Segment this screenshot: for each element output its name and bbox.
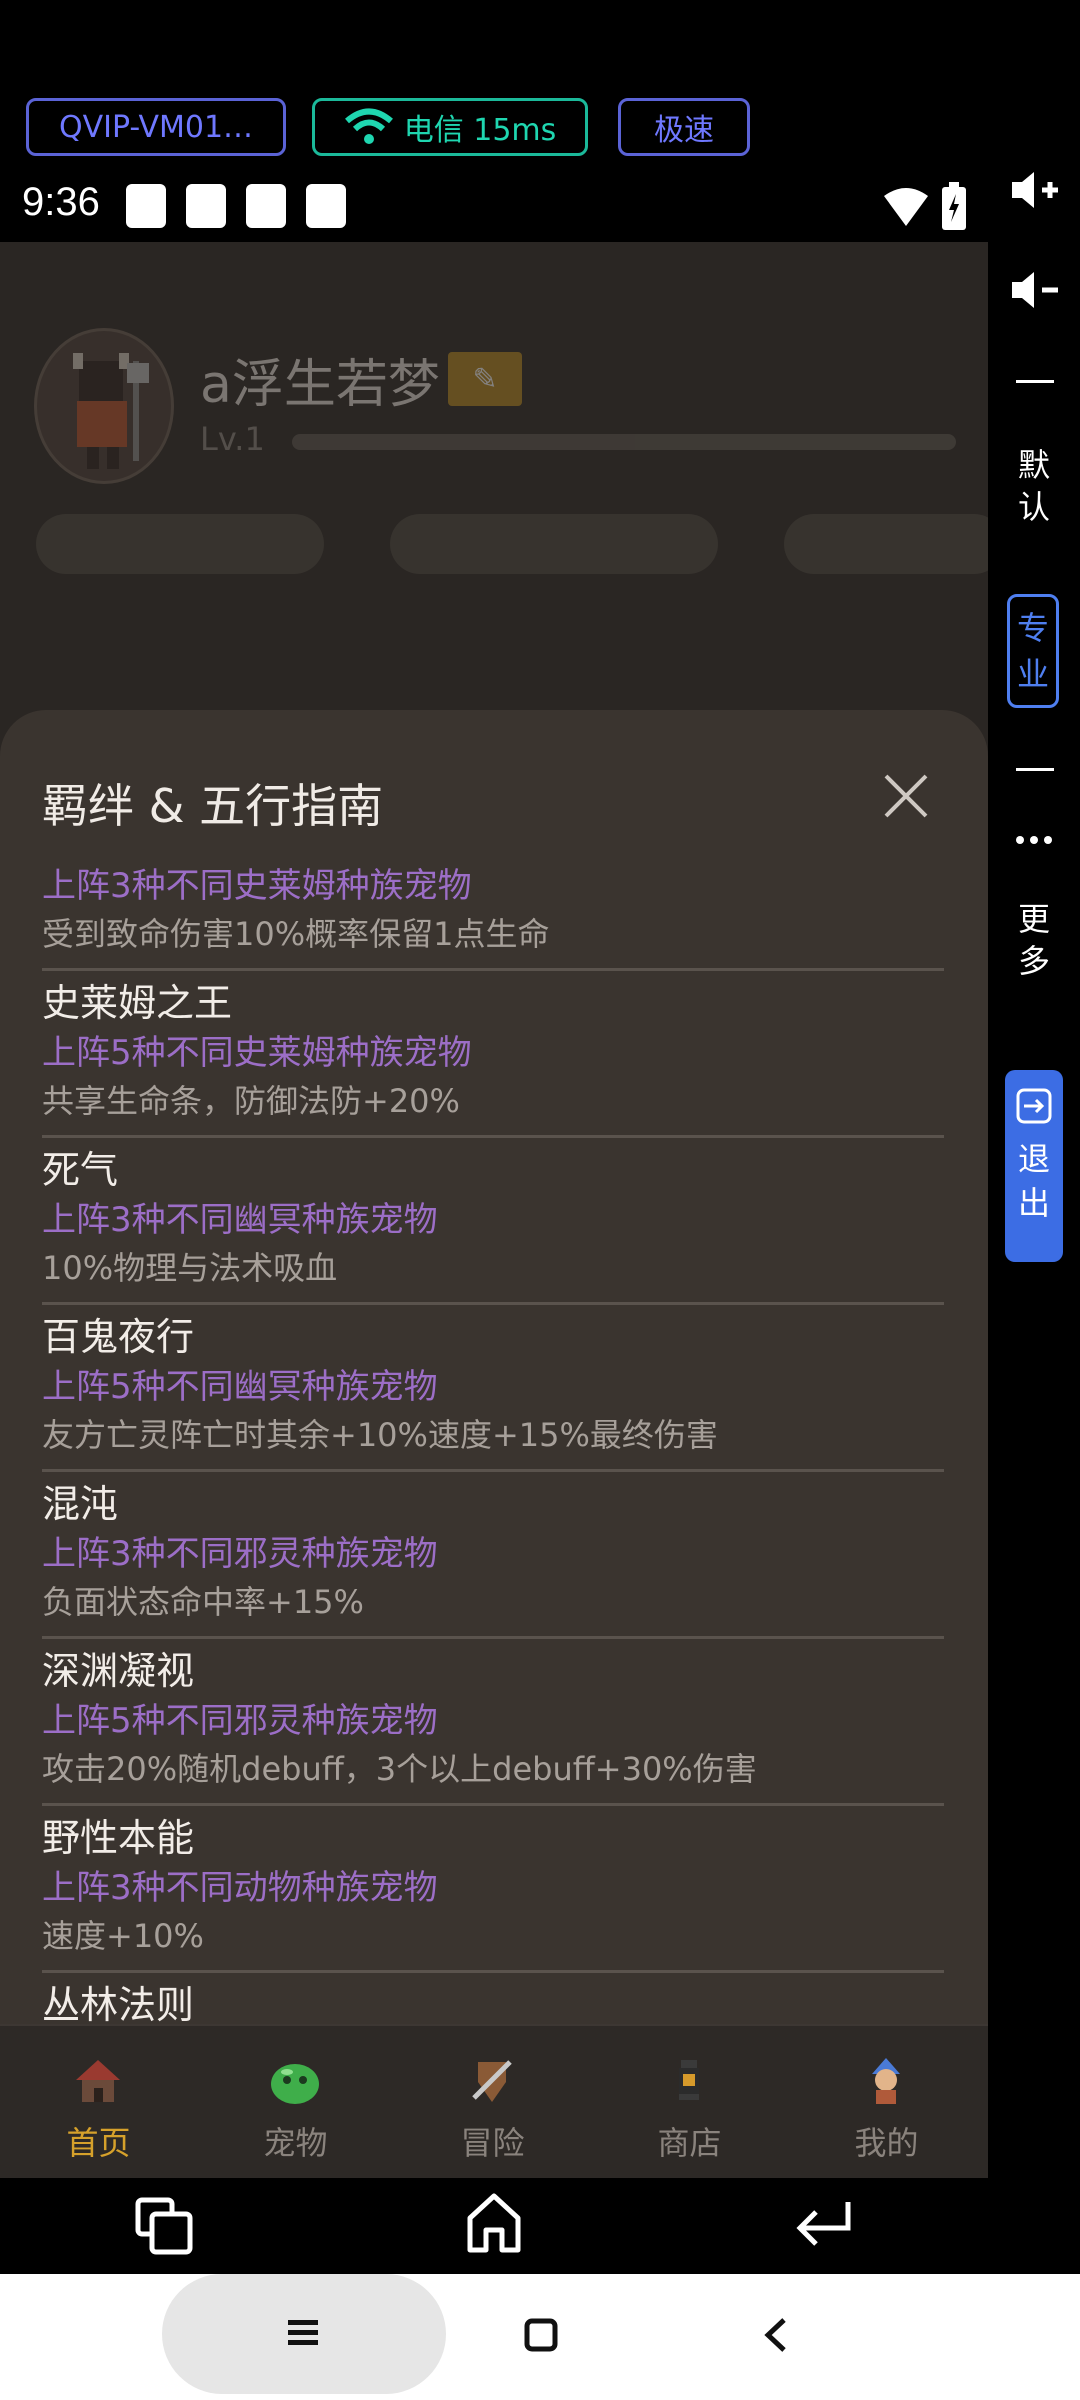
back-icon[interactable] [794, 2198, 854, 2254]
notification-icon [186, 184, 226, 228]
nav-pets[interactable]: 宠物 [197, 2026, 394, 2178]
notification-icon [306, 184, 346, 228]
bond-name: 深渊凝视 [42, 1649, 195, 1693]
more-label: 更多 [1018, 900, 1051, 980]
wifi-signal-icon [884, 188, 928, 226]
bond-name: 野性本能 [42, 1816, 195, 1860]
close-icon[interactable] [880, 770, 932, 822]
player-level: Lv.1 [200, 420, 265, 458]
volume-up-icon[interactable] [1010, 168, 1062, 212]
divider [1016, 768, 1054, 771]
bond-name: 死气 [42, 1148, 119, 1192]
modal-title: 羁绊 & 五行指南 [42, 779, 384, 833]
more-dots-icon[interactable] [1014, 834, 1054, 846]
bond-effect: 10%物理与法术吸血 [42, 1249, 338, 1287]
speed-label: 极速 [654, 113, 714, 148]
bond-guide-modal: 羁绊 & 五行指南 上阵3种不同史莱姆种族宠物 受到致命伤害10%概率保留1点生… [0, 710, 988, 2178]
nav-shop[interactable]: 商店 [591, 2026, 788, 2178]
profile-header: a浮生若梦 ✎ Lv.1 [0, 242, 988, 642]
nav-home[interactable]: 首页 [0, 2026, 197, 2178]
device-name: QVIP-VM01… [58, 109, 254, 145]
bond-condition: 上阵3种不同邪灵种族宠物 [42, 1534, 438, 1574]
device-name-pill[interactable]: QVIP-VM01… [26, 98, 286, 156]
nav-adventure[interactable]: 冒险 [394, 2026, 591, 2178]
bond-effect: 受到致命伤害10%概率保留1点生命 [42, 915, 550, 953]
pro-label: 专业 [1017, 609, 1050, 693]
network-status: 电信 15ms [403, 113, 557, 148]
default-label: 默认 [1018, 446, 1051, 526]
bond-entry: 史莱姆之王 上阵5种不同史莱姆种族宠物 共享生命条，防御法防+20% [42, 971, 944, 1138]
bottom-nav: 首页 宠物 冒险 商店 我的 [0, 2024, 988, 2178]
nav-me[interactable]: 我的 [788, 2026, 985, 2178]
divider [1016, 380, 1054, 383]
menu-button[interactable] [162, 2274, 446, 2394]
status-bar: 9:36 [0, 170, 988, 242]
bond-effect: 友方亡灵阵亡时其余+10%速度+15%最终伤害 [42, 1416, 718, 1454]
bond-condition: 上阵3种不同幽冥种族宠物 [42, 1200, 438, 1240]
character-icon [872, 2058, 900, 2104]
nav-label: 冒险 [460, 2124, 525, 2162]
edit-name-button[interactable]: ✎ [448, 352, 522, 406]
pro-mode-button[interactable]: 专业 [1007, 594, 1059, 708]
bond-entry: 上阵3种不同史莱姆种族宠物 受到致命伤害10%概率保留1点生命 [42, 862, 944, 971]
bond-effect: 攻击20%随机debuff，3个以上debuff+30%伤害 [42, 1750, 757, 1788]
bond-entry: 野性本能 上阵3种不同动物种族宠物 速度+10% [42, 1806, 944, 1973]
cloud-control-bar [0, 2274, 1080, 2400]
bond-entry: 百鬼夜行 上阵5种不同幽冥种族宠物 友方亡灵阵亡时其余+10%速度+15%最终伤… [42, 1305, 944, 1472]
profile-chip[interactable] [784, 514, 988, 574]
system-nav-bar [0, 2178, 988, 2274]
default-mode-button[interactable]: 默认 [988, 444, 1080, 528]
avatar[interactable] [34, 328, 174, 484]
exit-button[interactable]: 退出 [1005, 1070, 1063, 1262]
home-icon[interactable] [464, 2192, 524, 2254]
speed-pill[interactable]: 极速 [618, 98, 750, 156]
bond-list: 上阵3种不同史莱姆种族宠物 受到致命伤害10%概率保留1点生命 史莱姆之王 上阵… [42, 866, 944, 2041]
exit-icon [1016, 1088, 1052, 1124]
bond-effect: 速度+10% [42, 1917, 204, 1955]
bond-entry: 深渊凝视 上阵5种不同邪灵种族宠物 攻击20%随机debuff，3个以上debu… [42, 1639, 944, 1806]
bond-name: 史莱姆之王 [42, 981, 233, 1025]
side-toolbar: 默认 专业 更多 退出 [988, 160, 1080, 1660]
nav-label: 我的 [854, 2124, 919, 2162]
bond-name: 百鬼夜行 [42, 1315, 195, 1359]
profile-chip[interactable] [36, 514, 324, 574]
nav-label: 宠物 [263, 2124, 328, 2162]
bond-entry: 死气 上阵3种不同幽冥种族宠物 10%物理与法术吸血 [42, 1138, 944, 1305]
lantern-icon [679, 2060, 699, 2100]
bond-effect: 负面状态命中率+15% [42, 1583, 364, 1621]
bond-condition: 上阵5种不同幽冥种族宠物 [42, 1367, 438, 1407]
bond-condition: 上阵5种不同邪灵种族宠物 [42, 1701, 438, 1741]
bond-condition: 上阵3种不同动物种族宠物 [42, 1868, 438, 1908]
network-pill[interactable]: 电信 15ms [312, 98, 588, 156]
status-time: 9:36 [22, 180, 100, 224]
recent-apps-icon[interactable] [134, 2196, 194, 2256]
notification-icon [246, 184, 286, 228]
exit-label: 退出 [1018, 1140, 1051, 1222]
player-name: a浮生若梦 [200, 355, 440, 415]
chevron-left-icon[interactable] [760, 2316, 790, 2354]
house-icon [76, 2060, 120, 2102]
phone-screen: 9:36 a浮生若梦 ✎ Lv.1 羁绊 & 五行指南 上阵3种不同史莱姆种族宠… [0, 170, 988, 2178]
bond-effect: 共享生命条，防御法防+20% [42, 1082, 460, 1120]
nav-label: 商店 [657, 2124, 722, 2162]
xp-bar [292, 434, 956, 450]
sword-shield-icon [472, 2060, 512, 2102]
more-button[interactable]: 更多 [988, 898, 1080, 982]
warrior-avatar-icon [73, 353, 149, 469]
wifi-icon [344, 108, 393, 144]
profile-chip[interactable] [390, 514, 718, 574]
bond-name: 混沌 [42, 1482, 119, 1526]
notification-icon [126, 184, 166, 228]
square-home-icon[interactable] [524, 2318, 558, 2352]
edit-icon: ✎ [472, 361, 498, 397]
menu-icon [288, 2320, 318, 2345]
volume-down-icon[interactable] [1010, 268, 1062, 312]
battery-icon [942, 182, 966, 230]
bond-condition: 上阵5种不同史莱姆种族宠物 [42, 1033, 472, 1073]
nav-label: 首页 [66, 2124, 131, 2162]
bond-condition: 上阵3种不同史莱姆种族宠物 [42, 866, 472, 906]
slime-icon [271, 2064, 319, 2104]
bond-entry: 混沌 上阵3种不同邪灵种族宠物 负面状态命中率+15% [42, 1472, 944, 1639]
